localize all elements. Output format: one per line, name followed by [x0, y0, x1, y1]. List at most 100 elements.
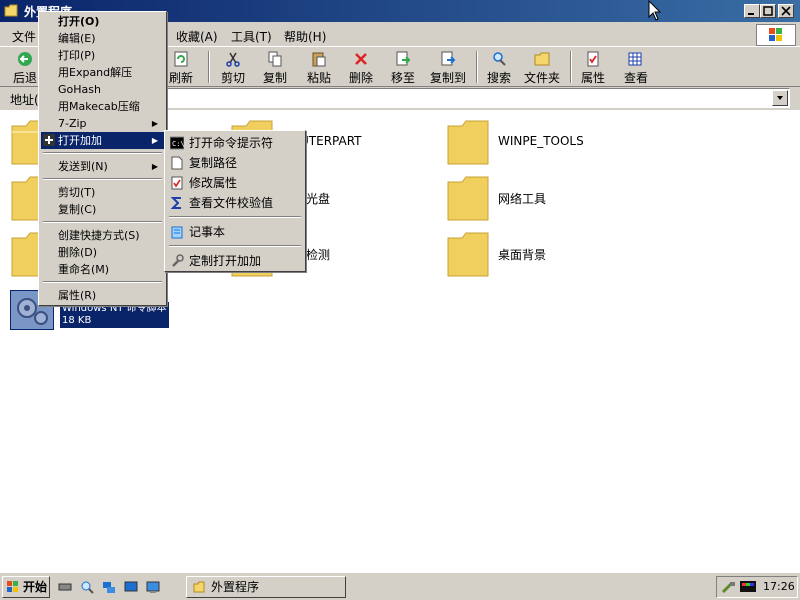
tray-monitor-icon[interactable] — [739, 580, 757, 594]
sigma-icon — [170, 197, 181, 209]
properties-button[interactable]: 属性 — [578, 47, 608, 87]
menu-separator — [43, 178, 162, 180]
search-button[interactable]: 搜索 — [484, 47, 514, 87]
submenu-arrow-icon: ▶ — [151, 119, 158, 128]
wrench-icon — [172, 254, 184, 267]
menu-tools[interactable]: 工具(T) — [231, 28, 272, 45]
search-icon — [493, 52, 506, 66]
quicklaunch-device-icon[interactable] — [58, 580, 72, 594]
copy-button[interactable]: 复制 — [260, 47, 290, 87]
taskbar-window-button[interactable]: 外置程序 — [186, 576, 346, 598]
folder-icon — [193, 581, 205, 593]
cut-button[interactable]: 剪切 — [218, 47, 248, 87]
menu-item-7zip[interactable]: 7-Zip ▶ — [41, 115, 164, 132]
clock[interactable]: 17:26 — [763, 580, 795, 593]
submenu-customize[interactable]: 定制打开加加 — [167, 251, 303, 271]
cut-label: 剪切 — [220, 71, 245, 85]
menu-item-create-shortcut[interactable]: 创建快捷方式(S) — [41, 227, 164, 244]
quicklaunch-computer-icon[interactable] — [146, 580, 160, 594]
maximize-button[interactable] — [760, 4, 776, 18]
menu-item-openplus[interactable]: 打开加加 ▶ — [41, 132, 164, 149]
copy-label: 复制 — [262, 71, 287, 85]
menu-separator — [169, 216, 301, 218]
menu-file[interactable]: 文件 — [12, 28, 36, 45]
refresh-button[interactable]: 刷新 — [166, 47, 196, 87]
menu-separator — [43, 221, 162, 223]
notepad-icon — [171, 226, 183, 239]
folder-label[interactable]: 光盘 — [306, 190, 330, 207]
search-label: 搜索 — [486, 71, 511, 85]
folders-button[interactable]: 文件夹 — [522, 47, 562, 87]
folder-icon[interactable] — [446, 230, 490, 278]
quicklaunch-search-icon[interactable] — [80, 580, 94, 594]
copy-icon — [268, 51, 282, 67]
menu-item-expand[interactable]: 用Expand解压 — [41, 64, 164, 81]
menu-item-edit[interactable]: 编辑(E) — [41, 30, 164, 47]
move-to-button[interactable]: 移至 — [388, 47, 418, 87]
command-prompt-icon: C:\ — [170, 136, 184, 150]
toolbar-separator — [476, 51, 478, 83]
refresh-label: 刷新 — [168, 71, 193, 85]
refresh-icon — [174, 51, 188, 67]
close-button[interactable] — [778, 4, 794, 18]
copy-to-button[interactable]: 复制到 — [428, 47, 468, 87]
back-button[interactable]: 后退 — [8, 47, 42, 87]
menu-help[interactable]: 帮助(H) — [284, 28, 326, 45]
delete-x-icon — [355, 53, 367, 65]
views-grid-icon — [628, 52, 642, 66]
folder-label[interactable]: UTERPART — [300, 134, 362, 148]
submenu-checksum[interactable]: 查看文件校验值 — [167, 193, 303, 213]
menu-item-makecab[interactable]: 用Makecab压缩 — [41, 98, 164, 115]
address-dropdown-button[interactable] — [772, 90, 788, 106]
delete-button[interactable]: 删除 — [346, 47, 376, 87]
paste-button[interactable]: 粘贴 — [304, 47, 334, 87]
menu-item-gohash[interactable]: GoHash — [41, 81, 164, 98]
folder-label[interactable]: 桌面背景 — [498, 246, 546, 263]
address-label: 地址( — [10, 93, 39, 107]
menu-item-delete[interactable]: 删除(D) — [41, 244, 164, 261]
menu-item-properties[interactable]: 属性(R) — [41, 287, 164, 304]
submenu-copy-path[interactable]: 复制路径 — [167, 153, 303, 173]
properties-label: 属性 — [580, 71, 605, 85]
quicklaunch-network-icon[interactable] — [102, 580, 116, 594]
submenu-cmd-prompt[interactable]: C:\ 打开命令提示符 — [167, 133, 303, 153]
minimize-icon — [748, 13, 754, 15]
menu-favorites[interactable]: 收藏(A) — [176, 28, 218, 45]
submenu-arrow-icon: ▶ — [151, 136, 158, 145]
menu-item-print[interactable]: 打印(P) — [41, 47, 164, 64]
start-button[interactable]: 开始 — [2, 576, 50, 598]
menu-item-cut[interactable]: 剪切(T) — [41, 184, 164, 201]
submenu-notepad[interactable]: 记事本 — [167, 222, 303, 242]
folder-label[interactable]: 网络工具 — [498, 190, 546, 207]
clipboard-icon — [312, 52, 326, 67]
chevron-down-icon — [777, 96, 783, 100]
tray-tools-icon[interactable] — [721, 580, 737, 594]
folder-icon[interactable] — [446, 118, 490, 166]
maximize-icon — [763, 6, 773, 16]
views-button[interactable]: 查看 — [618, 47, 654, 87]
plus-icon — [43, 134, 55, 146]
submenu-modify-attributes[interactable]: 修改属性 — [167, 173, 303, 193]
menu-item-copy[interactable]: 复制(C) — [41, 201, 164, 218]
checklist-icon — [171, 176, 183, 190]
menu-separator — [43, 281, 162, 283]
minimize-button[interactable] — [744, 4, 760, 18]
move-to-icon — [396, 51, 411, 66]
document-icon — [171, 156, 183, 170]
close-icon — [781, 6, 791, 16]
toolbar-separator — [208, 51, 210, 83]
back-label: 后退 — [12, 71, 37, 85]
back-arrow-icon — [18, 52, 32, 66]
folder-icon — [4, 4, 18, 17]
menu-separator — [43, 152, 162, 154]
menu-item-rename[interactable]: 重命名(M) — [41, 261, 164, 278]
toolbar-separator — [570, 51, 572, 83]
folders-label: 文件夹 — [523, 71, 560, 85]
folder-icon[interactable] — [446, 174, 490, 222]
quicklaunch-desktop-icon[interactable] — [124, 580, 138, 594]
folder-label[interactable]: 检测 — [306, 246, 330, 263]
menu-item-open[interactable]: 打开(O) — [41, 13, 164, 30]
menu-item-sendto[interactable]: 发送到(N) ▶ — [41, 158, 164, 175]
folder-label[interactable]: WINPE_TOOLS — [498, 134, 584, 148]
mouse-cursor-icon — [648, 0, 662, 21]
